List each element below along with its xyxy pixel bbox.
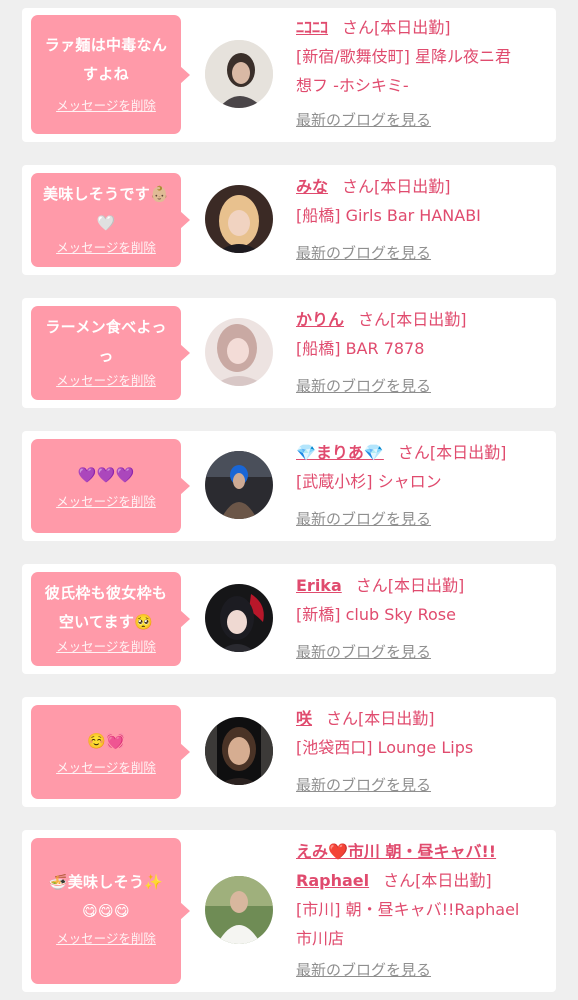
avatar[interactable] (205, 876, 273, 944)
message-bubble: 美味しそうです👶🏼 🤍 メッセージを削除 (31, 173, 190, 267)
shop-text: [新橋] club Sky Rose (296, 605, 456, 624)
avatar[interactable] (205, 318, 273, 386)
message-text: 😋😋😋 (82, 902, 130, 920)
message-card: 美味しそうです👶🏼 🤍 メッセージを削除 みな さん[本日出勤] [船橋] Gir… (22, 165, 556, 275)
latest-blog-link[interactable]: 最新のブログを見る (296, 774, 431, 796)
cast-info: 咲さん[本日出勤] [池袋西口] Lounge Lips (296, 704, 548, 762)
message-card: 🍜美味しそう✨ 😋😋😋 メッセージを削除 えみ❤️市川 朝・昼キャバ!! Rap… (22, 830, 556, 992)
message-text: ☺️💓 (87, 732, 125, 750)
delete-message-link[interactable]: メッセージを削除 (37, 493, 175, 511)
cast-name-link[interactable]: 咲 (296, 709, 312, 728)
cast-info: みな さん[本日出勤] [船橋] Girls Bar HANABI (296, 172, 548, 230)
shop-text: [市川] 朝・昼キャバ!!Raphael (296, 900, 520, 919)
shop-text: [池袋西口] Lounge Lips (296, 738, 474, 757)
cast-info: Erika さん[本日出勤] [新橋] club Sky Rose (296, 571, 548, 629)
cast-name-link[interactable]: Erika (296, 576, 342, 595)
message-text: 空いてます🥺 (58, 613, 154, 631)
delete-message-link[interactable]: メッセージを削除 (37, 930, 175, 948)
shop-text: [新宿/歌舞伎町] 星降ル夜ニ君 (296, 47, 511, 66)
cast-name-link[interactable]: Raphael (296, 871, 369, 890)
message-text: すよね (83, 65, 129, 83)
status-text: さん[本日出勤] (383, 871, 492, 890)
message-card: 彼氏枠も彼女枠も 空いてます🥺 メッセージを削除 Erika さん[本日出勤] [… (22, 564, 556, 674)
shop-text: [武蔵小杉] シャロン (296, 472, 442, 491)
message-bubble: 彼氏枠も彼女枠も 空いてます🥺 メッセージを削除 (31, 572, 190, 666)
delete-message-link[interactable]: メッセージを削除 (37, 638, 175, 656)
latest-blog-link[interactable]: 最新のブログを見る (296, 508, 431, 530)
message-text: ラァ麺は中毒なん (44, 36, 168, 54)
message-text: 美味しそうです👶🏼 (42, 185, 170, 203)
cast-name-link[interactable]: みな (296, 177, 328, 196)
message-text: 🤍 (96, 214, 116, 232)
message-text: 🍜美味しそう✨ (48, 873, 164, 891)
avatar[interactable] (205, 584, 273, 652)
message-bubble: 💜💜💜 メッセージを削除 (31, 439, 190, 533)
status-text: さん[本日出勤] (342, 18, 451, 37)
message-card: ラァ麺は中毒なん すよね メッセージを削除 ﾆｺﾆｺ さん[本日出勤] [新宿/歌… (22, 8, 556, 142)
latest-blog-link[interactable]: 最新のブログを見る (296, 242, 431, 264)
avatar[interactable] (205, 185, 273, 253)
delete-message-link[interactable]: メッセージを削除 (37, 239, 175, 257)
cast-name-link[interactable]: ﾆｺﾆｺ (296, 18, 328, 37)
message-text: 彼氏枠も彼女枠も (44, 584, 168, 602)
cast-info: ﾆｺﾆｺ さん[本日出勤] [新宿/歌舞伎町] 星降ル夜ニ君 想フ -ホシキミ- (296, 13, 548, 100)
message-text: っ (98, 347, 114, 365)
message-bubble: ラーメン食べよっ っ メッセージを削除 (31, 306, 190, 400)
status-text: さん[本日出勤] (342, 177, 451, 196)
cast-name-link[interactable]: えみ❤️市川 朝・昼キャバ!! (296, 842, 496, 861)
shop-text: 想フ -ホシキミ- (296, 76, 409, 95)
latest-blog-link[interactable]: 最新のブログを見る (296, 641, 431, 663)
shop-text: [船橋] Girls Bar HANABI (296, 206, 481, 225)
message-card: ラーメン食べよっ っ メッセージを削除 かりん さん[本日出勤] [船橋] BAR… (22, 298, 556, 408)
latest-blog-link[interactable]: 最新のブログを見る (296, 959, 431, 981)
cast-name-link[interactable]: 💎まりあ💎 (296, 443, 384, 462)
delete-message-link[interactable]: メッセージを削除 (37, 97, 175, 115)
status-text: さん[本日出勤] (326, 709, 435, 728)
avatar[interactable] (205, 451, 273, 519)
status-text: さん[本日出勤] (397, 443, 507, 462)
message-bubble: ラァ麺は中毒なん すよね メッセージを削除 (31, 15, 190, 134)
message-bubble: 🍜美味しそう✨ 😋😋😋 メッセージを削除 (31, 838, 190, 984)
shop-text: [船橋] BAR 7878 (296, 339, 425, 358)
latest-blog-link[interactable]: 最新のブログを見る (296, 375, 431, 397)
message-text: ラーメン食べよっ (45, 318, 167, 336)
cast-info: かりん さん[本日出勤] [船橋] BAR 7878 (296, 305, 548, 363)
status-text: さん[本日出勤] (358, 310, 467, 329)
cast-info: えみ❤️市川 朝・昼キャバ!! Raphael さん[本日出勤] [市川] 朝・昼… (296, 837, 548, 953)
avatar[interactable] (205, 717, 273, 785)
delete-message-link[interactable]: メッセージを削除 (37, 759, 175, 777)
delete-message-link[interactable]: メッセージを削除 (37, 372, 175, 390)
avatar[interactable] (205, 40, 273, 108)
message-bubble: ☺️💓 メッセージを削除 (31, 705, 190, 799)
message-text: 💜💜💜 (77, 466, 135, 484)
message-card: 💜💜💜 メッセージを削除 💎まりあ💎 さん[本日出勤] [武蔵小杉] シャロン 最… (22, 431, 556, 541)
message-card: ☺️💓 メッセージを削除 咲さん[本日出勤] [池袋西口] Lounge Lip… (22, 697, 556, 807)
latest-blog-link[interactable]: 最新のブログを見る (296, 109, 431, 131)
cast-name-link[interactable]: かりん (296, 310, 344, 329)
status-text: さん[本日出勤] (355, 576, 465, 595)
cast-info: 💎まりあ💎 さん[本日出勤] [武蔵小杉] シャロン (296, 438, 548, 496)
shop-text: 市川店 (296, 929, 345, 948)
